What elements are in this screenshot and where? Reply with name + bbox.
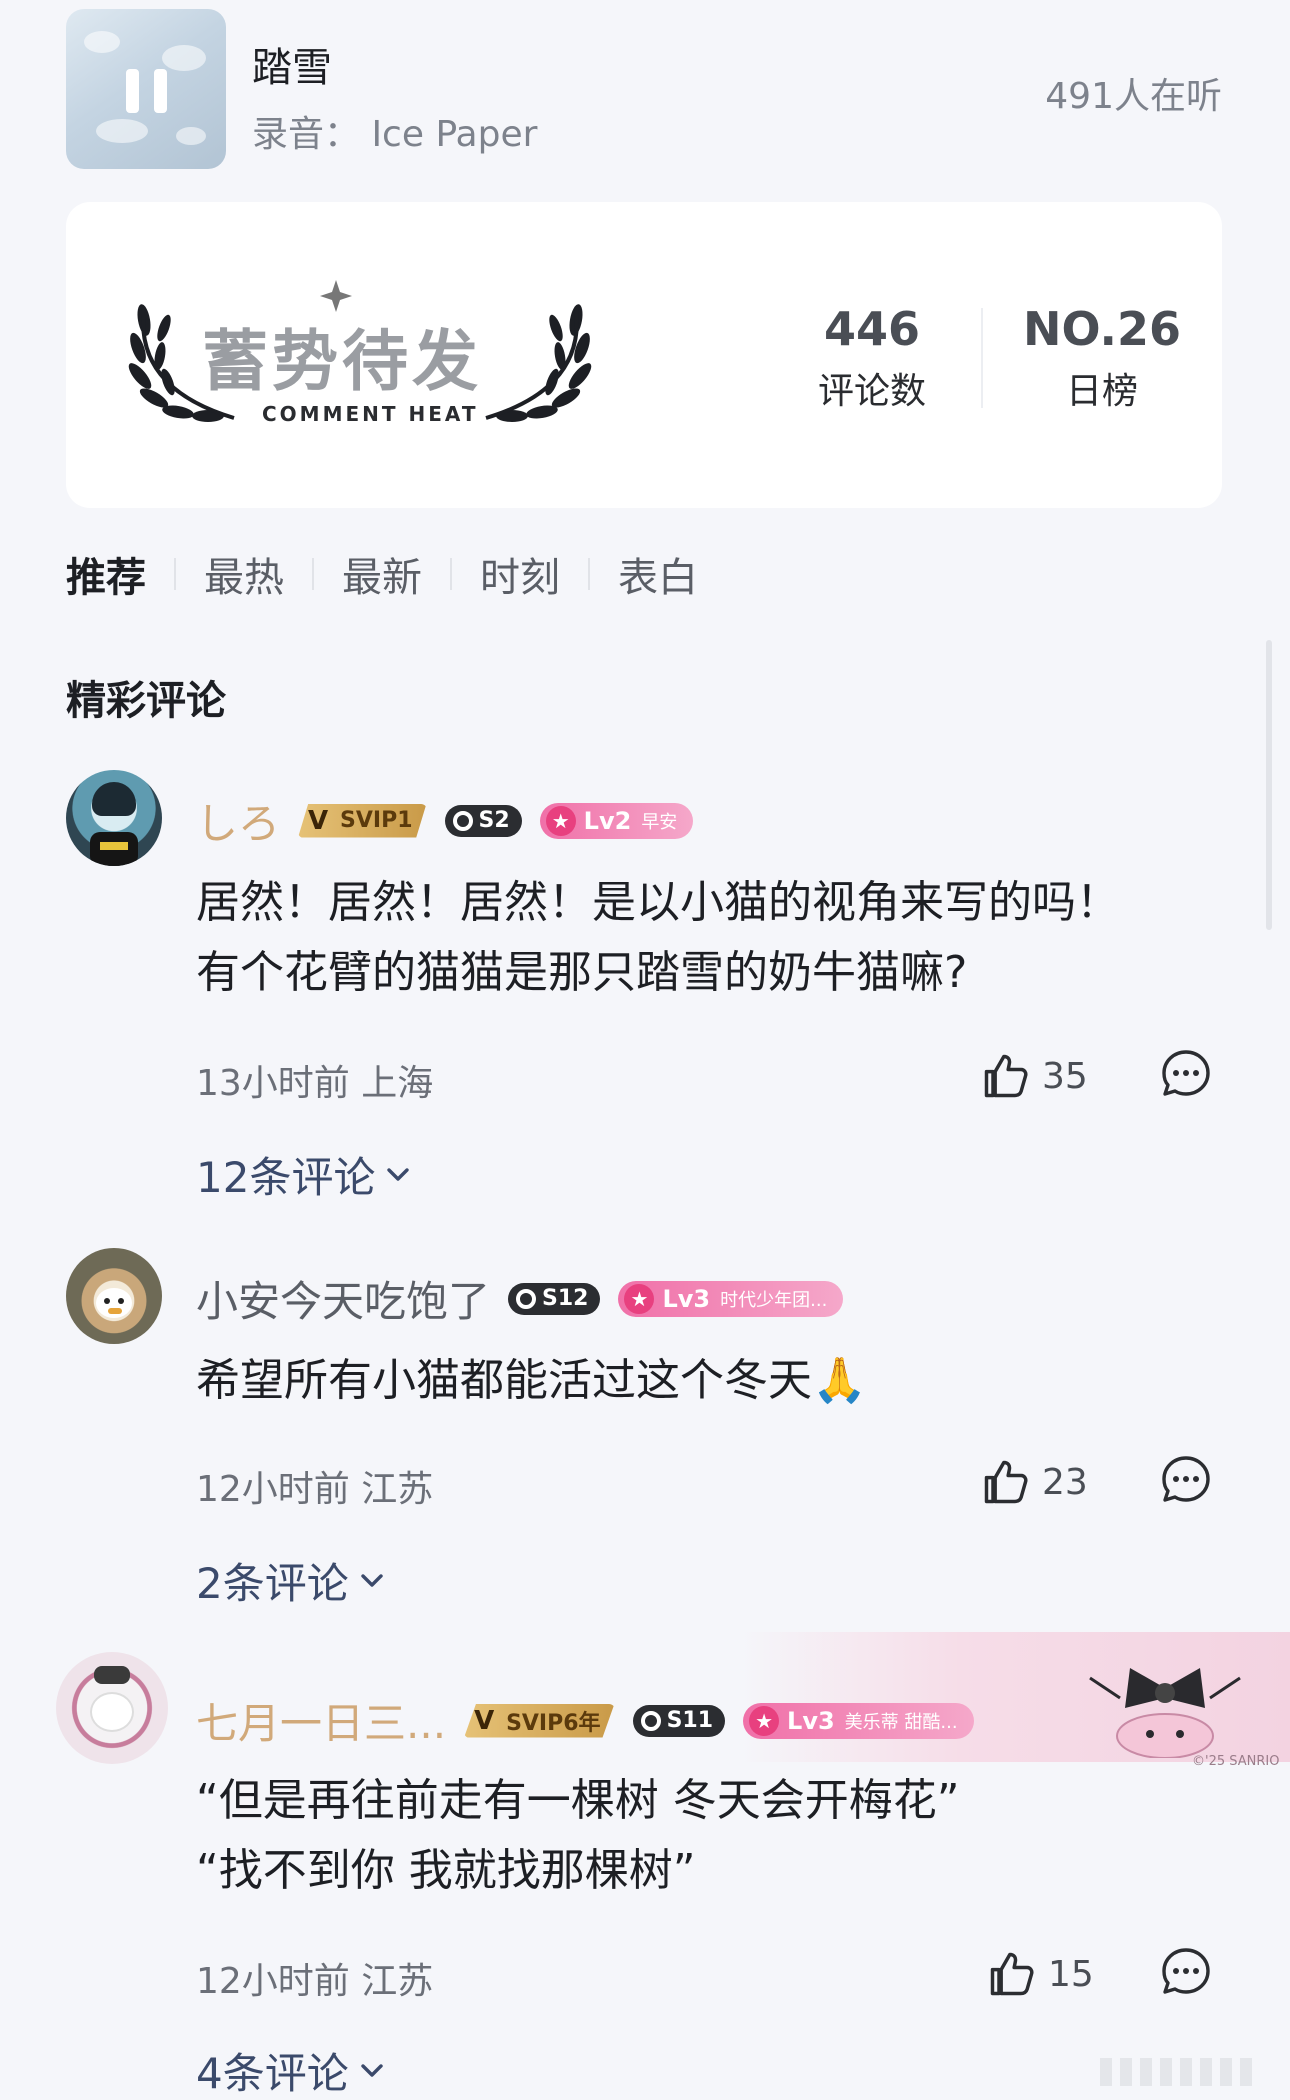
comment-count-stat: 446 评论数 [772, 302, 972, 414]
level-tag: 时代少年团... [720, 1289, 828, 1311]
like-count: 15 [1048, 1953, 1094, 1995]
heat-subtitle: COMMENT HEAT [262, 402, 479, 426]
view-replies-link[interactable]: 12条评论 [196, 1144, 415, 1205]
tab-confession[interactable]: 表白 [618, 545, 698, 603]
chevron-down-icon [361, 2063, 383, 2077]
username[interactable]: 七月一日三... [196, 1690, 446, 1751]
stat-divider [981, 308, 983, 408]
like-count: 23 [1042, 1461, 1088, 1503]
chat-bubble-icon[interactable] [1160, 1454, 1212, 1506]
tab-divider [588, 558, 590, 590]
tab-divider [174, 558, 176, 590]
avatar[interactable] [66, 770, 162, 866]
svip-badge[interactable]: V SVIP6年 [464, 1703, 615, 1738]
comment-line: “找不到你 我就找那棵树” [196, 1845, 696, 1896]
comment-text[interactable]: “但是再往前走有一棵树 冬天会开梅花” “找不到你 我就找那棵树” [196, 1766, 960, 1906]
section-title: 精彩评论 [66, 678, 226, 724]
user-row: しろ V SVIP1 S2 ★ Lv2 早安 [196, 790, 694, 851]
comment-sort-tabs: 推荐 最热 最新 时刻 表白 [66, 545, 698, 603]
user-row: 小安今天吃饱了 S12 ★ Lv3 时代少年团... [196, 1268, 844, 1329]
recording-artist: 录音： Ice Paper [252, 114, 538, 155]
sanrio-credit: ©'25 SANRIO [1192, 1754, 1280, 1769]
like-button[interactable]: 35 [980, 1050, 1088, 1102]
like-button[interactable]: 23 [980, 1456, 1088, 1508]
level-label: Lv3 [662, 1284, 711, 1313]
like-button[interactable]: 15 [986, 1948, 1094, 2000]
comment-line: “但是再往前走有一棵树 冬天会开梅花” [196, 1775, 960, 1826]
chevron-down-icon [387, 1167, 410, 1181]
season-badge[interactable]: S2 [444, 804, 522, 837]
level-label: Lv3 [787, 1706, 835, 1735]
level-tag: 早安 [641, 811, 678, 833]
season-label: S12 [542, 1286, 589, 1311]
avatar[interactable] [56, 1652, 168, 1764]
watermark-icon [1100, 2058, 1252, 2086]
thumbs-up-icon [984, 1054, 1028, 1098]
comment-line: 希望所有小猫都能活过这个冬天🙏 [196, 1355, 867, 1406]
tab-recommended[interactable]: 推荐 [66, 545, 146, 603]
comment-meta: 12小时前 江苏 [196, 1961, 434, 2002]
comment-line: 居然！居然！居然！是以小猫的视角来写的吗！ [196, 877, 1120, 928]
view-replies-link[interactable]: 2条评论 [196, 1550, 389, 1611]
comment-meta: 12小时前 江苏 [196, 1469, 434, 1510]
svip-label: SVIP6年 [506, 1710, 601, 1736]
comment-line: 有个花臂的猫猫是那只踏雪的奶牛猫嘛? [196, 947, 968, 998]
svip-badge[interactable]: V SVIP1 [298, 803, 427, 838]
username[interactable]: しろ [196, 790, 280, 851]
level-badge[interactable]: ★ Lv3 美乐蒂 甜酷... [743, 1702, 974, 1739]
tab-divider [450, 558, 452, 590]
replies-label: 12条评论 [196, 1153, 376, 1202]
comment-text[interactable]: 居然！居然！居然！是以小猫的视角来写的吗！ 有个花臂的猫猫是那只踏雪的奶牛猫嘛? [196, 868, 1120, 1008]
daily-rank-stat[interactable]: NO.26 日榜 [1002, 302, 1202, 414]
level-badge[interactable]: ★ Lv2 早安 [539, 802, 694, 839]
comment-count-value: 446 [823, 302, 921, 356]
comment-meta: 13小时前 上海 [196, 1063, 434, 1104]
season-label: S11 [666, 1708, 714, 1733]
chevron-down-icon [361, 1573, 383, 1587]
now-playing-header: 踏雪 录音： Ice Paper 491人在听 [66, 9, 1222, 169]
star-icon: ★ [545, 805, 576, 836]
avatar[interactable] [66, 1248, 162, 1344]
svip-label: SVIP1 [340, 808, 413, 833]
replies-label: 2条评论 [196, 1559, 349, 1608]
listener-count: 491人在听 [1045, 76, 1222, 117]
song-title[interactable]: 踏雪 [252, 35, 332, 93]
daily-rank-label: 日榜 [1065, 371, 1138, 412]
level-tag: 美乐蒂 甜酷... [844, 1711, 958, 1733]
album-cover[interactable] [66, 9, 226, 169]
chat-bubble-icon[interactable] [1160, 1048, 1212, 1100]
username[interactable]: 小安今天吃饱了 [196, 1268, 490, 1329]
comment-count-label: 评论数 [817, 371, 926, 412]
star-icon: ★ [624, 1283, 655, 1314]
scrollbar[interactable] [1266, 640, 1272, 930]
heat-level-title: 蓄势待发 [202, 322, 482, 400]
tab-moments[interactable]: 时刻 [480, 545, 560, 603]
thumbs-up-icon [984, 1460, 1028, 1504]
season-badge[interactable]: S11 [632, 1704, 726, 1737]
season-label: S2 [478, 808, 510, 833]
user-row: 七月一日三... V SVIP6年 S11 ★ Lv3 美乐蒂 甜酷... [196, 1690, 974, 1751]
star-icon: ★ [749, 1705, 780, 1736]
tab-newest[interactable]: 最新 [342, 545, 422, 603]
chat-bubble-icon[interactable] [1160, 1946, 1212, 1998]
level-label: Lv2 [583, 806, 632, 835]
tab-divider [312, 558, 314, 590]
daily-rank-value: NO.26 [1022, 302, 1182, 356]
season-badge[interactable]: S12 [508, 1282, 601, 1315]
pause-icon[interactable] [126, 69, 168, 113]
bow-icon [1089, 1668, 1241, 1758]
view-replies-link[interactable]: 4条评论 [196, 2040, 389, 2100]
tab-hottest[interactable]: 最热 [204, 545, 284, 603]
comment-heat-card: 蓄势待发 COMMENT HEAT 446 评论数 NO.26 日榜 [66, 202, 1222, 508]
level-badge[interactable]: ★ Lv3 时代少年团... [618, 1280, 844, 1317]
replies-label: 4条评论 [196, 2049, 349, 2098]
like-count: 35 [1042, 1055, 1088, 1097]
comment-text[interactable]: 希望所有小猫都能活过这个冬天🙏 [196, 1346, 867, 1416]
thumbs-up-icon [990, 1952, 1034, 1996]
